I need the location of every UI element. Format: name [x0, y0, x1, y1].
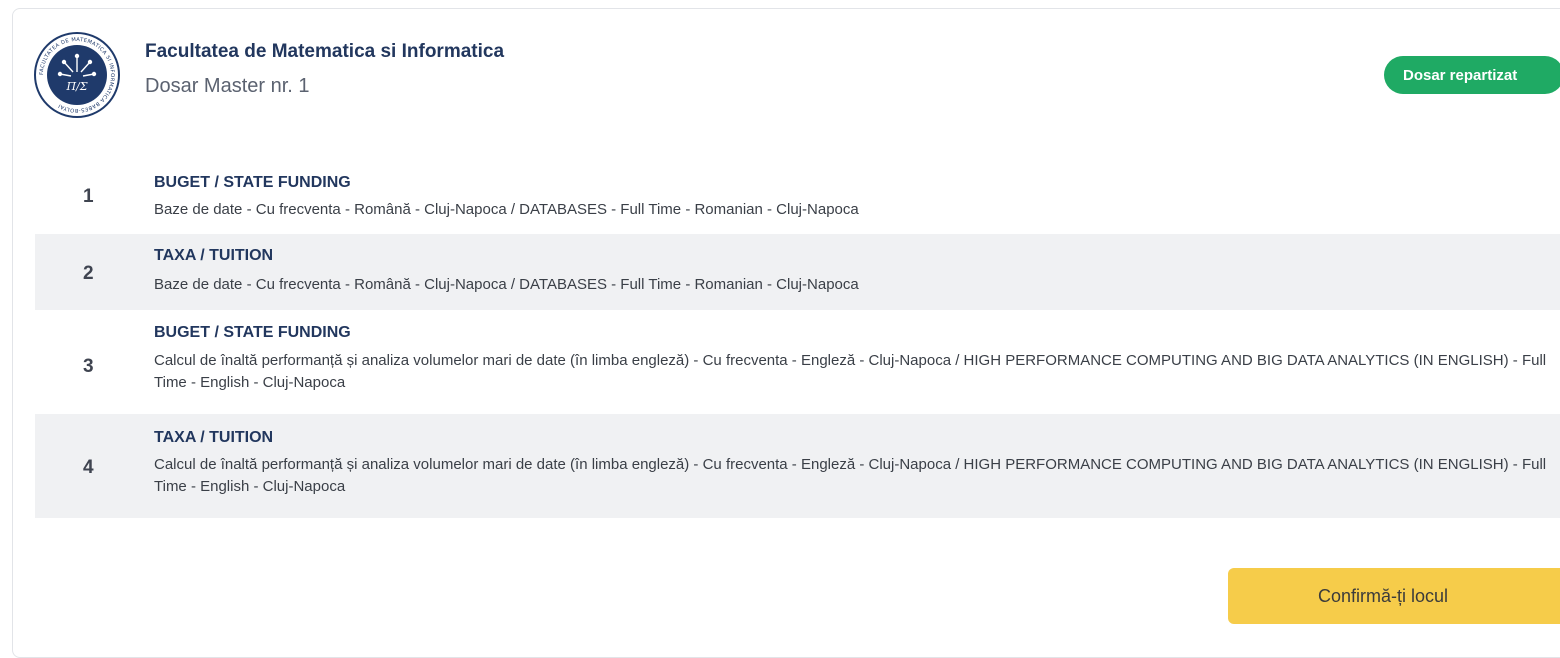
option-funding-type: BUGET / STATE FUNDING [154, 174, 351, 191]
status-badge: Dosar repartizat [1384, 56, 1560, 94]
confirm-place-button[interactable]: Confirmă-ți locul [1228, 568, 1560, 624]
option-program: Baze de date - Cu frecventa - Română - C… [154, 201, 859, 218]
option-row-2: 2 TAXA / TUITION Baze de date - Cu frecv… [35, 234, 1560, 310]
option-row-1: 1 BUGET / STATE FUNDING Baze de date - C… [35, 170, 1560, 232]
faculty-name: Facultatea de Matematica si Informatica [145, 41, 505, 62]
option-program: Calcul de înaltă performanță și analiza … [154, 456, 1547, 495]
option-program: Baze de date - Cu frecventa - Română - C… [154, 276, 859, 293]
option-row-4: 4 TAXA / TUITION Calcul de înaltă perfor… [35, 414, 1560, 518]
option-program: Calcul de înaltă performanță și analiza … [154, 352, 1547, 391]
option-funding-type: BUGET / STATE FUNDING [154, 324, 351, 341]
dosar-label: Dosar Master nr. 1 [145, 75, 310, 97]
university-logo: FACULTATEA DE MATEMATICA SI INFORMATICA … [34, 32, 120, 118]
option-row-3: 3 BUGET / STATE FUNDING Calcul de înaltă… [35, 310, 1560, 414]
university-logo-icon: FACULTATEA DE MATEMATICA SI INFORMATICA … [34, 32, 120, 118]
option-number: 1 [83, 186, 94, 207]
option-number: 3 [83, 356, 94, 377]
option-funding-type: TAXA / TUITION [154, 247, 274, 264]
option-funding-type: TAXA / TUITION [154, 429, 274, 446]
option-number: 2 [83, 263, 94, 284]
option-number: 4 [83, 457, 94, 478]
logo-symbol: Π/Σ [65, 80, 87, 93]
